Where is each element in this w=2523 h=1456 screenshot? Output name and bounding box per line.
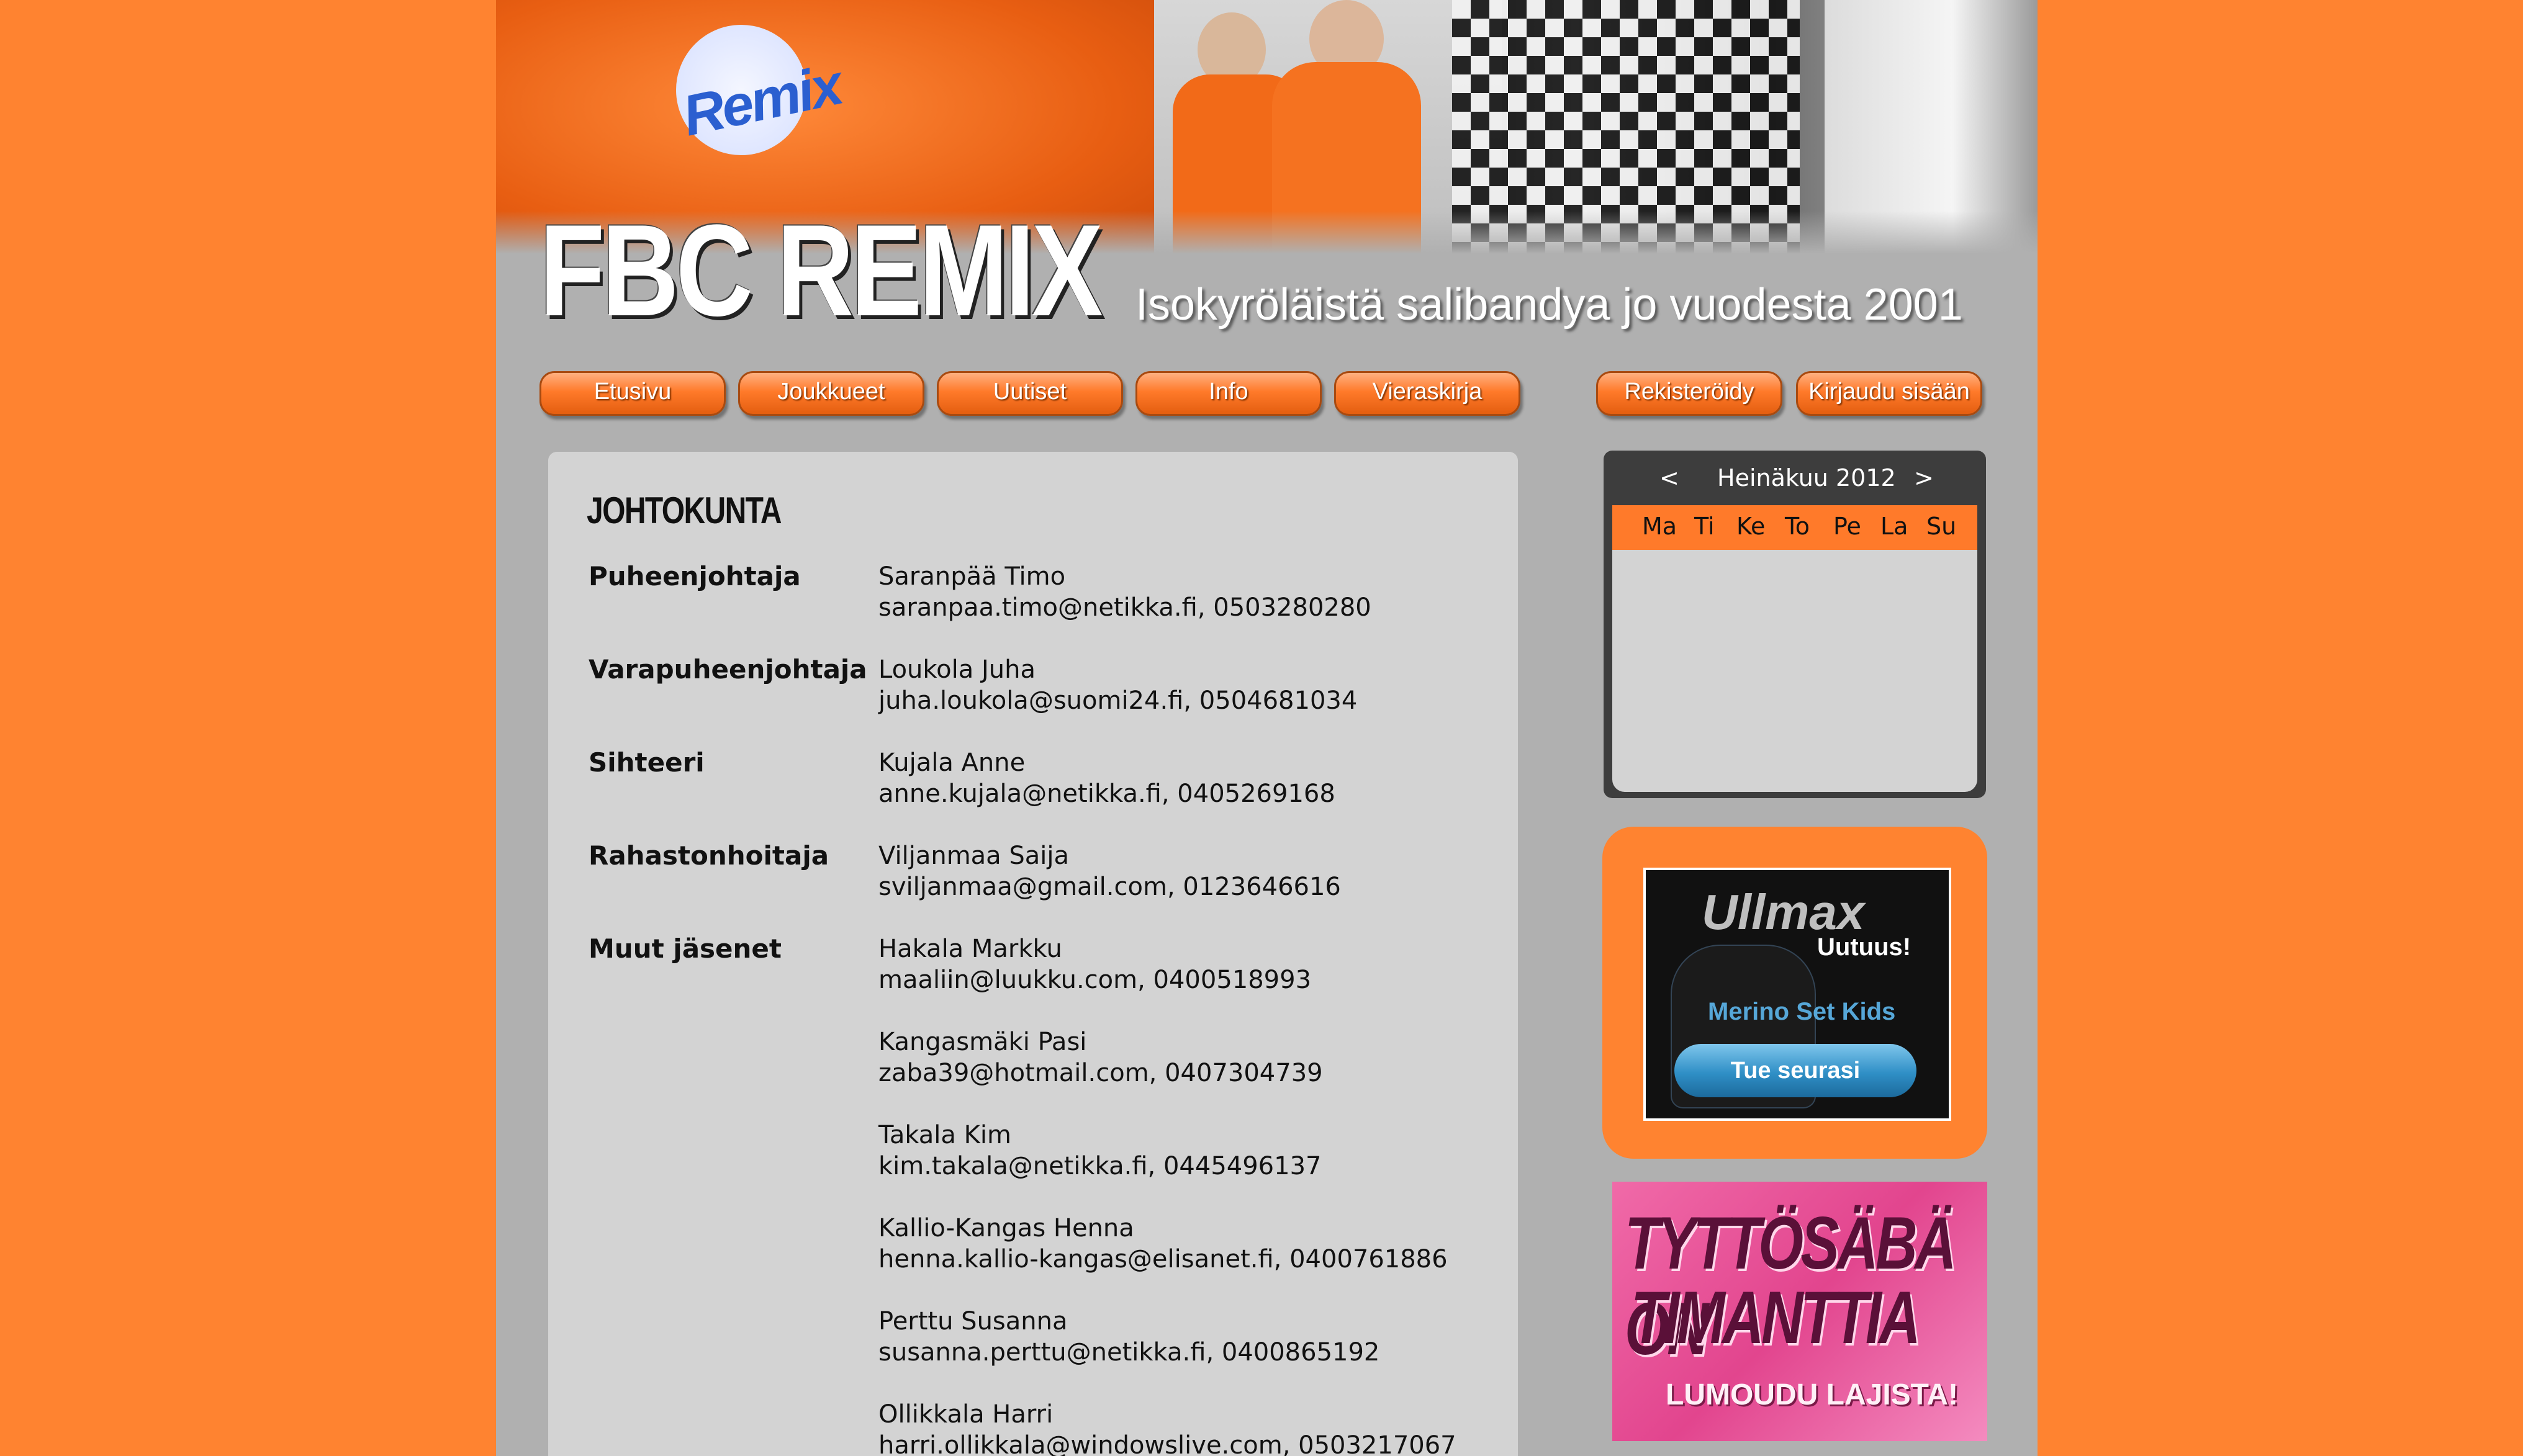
role-label: Muut jäsenet — [589, 933, 782, 964]
person-contact[interactable]: susanna.perttu@netikka.fi, 0400865192 — [878, 1337, 1379, 1368]
weekday-label: La — [1880, 513, 1908, 540]
person-entry: Takala Kim kim.takala@netikka.fi, 044549… — [878, 1120, 1321, 1182]
person-name: Kallio-Kangas Henna — [878, 1214, 1134, 1243]
page-title: JOHTOKUNTA — [587, 490, 782, 531]
role-label: Sihteeri — [589, 747, 705, 778]
ullmax-logo: Ullmax — [1702, 884, 1865, 940]
person-contact[interactable]: juha.loukola@suomi24.fi, 0504681034 — [878, 685, 1357, 716]
ullmax-ad-frame: Ullmax Uutuus! Merino Set Kids Tue seura… — [1602, 827, 1987, 1159]
nav-vieraskirja[interactable]: Vieraskirja — [1334, 371, 1520, 416]
person-entry: Kallio-Kangas Henna henna.kallio-kangas@… — [878, 1213, 1448, 1275]
register-button[interactable]: Rekisteröidy — [1596, 371, 1782, 416]
person-entry: Viljanmaa Saija sviljanmaa@gmail.com, 01… — [878, 840, 1341, 902]
person-entry: Hakala Markku maaliin@luukku.com, 040051… — [878, 933, 1311, 995]
person-entry: Kangasmäki Pasi zaba39@hotmail.com, 0407… — [878, 1027, 1323, 1089]
nav-etusivu[interactable]: Etusivu — [539, 371, 726, 416]
calendar-prev-button[interactable]: < — [1659, 464, 1679, 492]
weekday-label: Su — [1926, 513, 1957, 540]
login-button[interactable]: Kirjaudu sisään — [1796, 371, 1982, 416]
person-name: Loukola Juha — [878, 655, 1036, 684]
person-contact[interactable]: maaliin@luukku.com, 0400518993 — [878, 964, 1311, 995]
calendar-month-label: Heinäkuu 2012 — [1717, 464, 1896, 492]
person-name: Hakala Markku — [878, 935, 1062, 963]
ad-headline-line2: TIMANTTIA — [1631, 1276, 1921, 1359]
calendar-weekday-header: Ma Ti Ke To Pe La Su — [1612, 505, 1977, 550]
board-members-panel: JOHTOKUNTA Puheenjohtaja Saranpää Timo s… — [548, 452, 1518, 1456]
weekday-label: Ke — [1736, 513, 1766, 540]
page: Remix FBC REMIX Isokyröläistä salibandya… — [496, 0, 2038, 1456]
ad-tagline: LUMOUDU LAJISTA! — [1666, 1378, 1959, 1411]
person-name: Ollikkala Harri — [878, 1400, 1054, 1429]
ullmax-product-name: Merino Set Kids — [1708, 998, 1896, 1025]
role-label: Varapuheenjohtaja — [589, 654, 867, 685]
person-name: Saranpää Timo — [878, 562, 1066, 591]
ullmax-new-badge: Uutuus! — [1817, 933, 1911, 961]
role-label: Puheenjohtaja — [589, 561, 801, 591]
support-club-button[interactable]: Tue seurasi — [1674, 1044, 1916, 1097]
weekday-label: Pe — [1833, 513, 1861, 540]
person-contact[interactable]: henna.kallio-kangas@elisanet.fi, 0400761… — [878, 1244, 1448, 1275]
person-entry: Ollikkala Harri harri.ollikkala@windowsl… — [878, 1399, 1456, 1456]
nav-info[interactable]: Info — [1135, 371, 1322, 416]
person-contact[interactable]: anne.kujala@netikka.fi, 0405269168 — [878, 778, 1335, 809]
nav-uutiset[interactable]: Uutiset — [937, 371, 1123, 416]
person-name: Takala Kim — [878, 1121, 1011, 1149]
person-contact[interactable]: kim.takala@netikka.fi, 0445496137 — [878, 1151, 1321, 1182]
calendar-widget: < Heinäkuu 2012 > Ma Ti Ke To Pe La Su — [1604, 451, 1986, 798]
person-contact[interactable]: sviljanmaa@gmail.com, 0123646616 — [878, 871, 1341, 902]
person-entry: Perttu Susanna susanna.perttu@netikka.fi… — [878, 1306, 1379, 1368]
person-name: Kujala Anne — [878, 748, 1026, 777]
weekday-label: Ti — [1694, 513, 1715, 540]
ullmax-ad[interactable]: Ullmax Uutuus! Merino Set Kids Tue seura… — [1643, 868, 1951, 1121]
person-contact[interactable]: zaba39@hotmail.com, 0407304739 — [878, 1058, 1323, 1089]
site-logo[interactable]: FBC REMIX — [539, 195, 1103, 346]
person-contact[interactable]: saranpaa.timo@netikka.fi, 0503280280 — [878, 592, 1371, 623]
weekday-label: To — [1785, 513, 1810, 540]
person-entry: Kujala Anne anne.kujala@netikka.fi, 0405… — [878, 747, 1335, 809]
person-entry: Saranpää Timo saranpaa.timo@netikka.fi, … — [878, 561, 1371, 623]
nav-joukkueet[interactable]: Joukkueet — [738, 371, 924, 416]
person-name: Viljanmaa Saija — [878, 842, 1070, 870]
person-name: Perttu Susanna — [878, 1307, 1068, 1336]
person-name: Kangasmäki Pasi — [878, 1028, 1087, 1056]
site-tagline: Isokyröläistä salibandya jo vuodesta 200… — [1135, 280, 1963, 330]
calendar-next-button[interactable]: > — [1914, 464, 1934, 492]
tyttosaba-ad[interactable]: TYTTÖSÄBÄ ON TIMANTTIA LUMOUDU LAJISTA! — [1612, 1182, 1987, 1441]
weekday-label: Ma — [1642, 513, 1677, 540]
role-label: Rahastonhoitaja — [589, 840, 829, 871]
person-entry: Loukola Juha juha.loukola@suomi24.fi, 05… — [878, 654, 1357, 716]
person-contact[interactable]: harri.ollikkala@windowslive.com, 0503217… — [878, 1430, 1456, 1456]
calendar-days-grid — [1612, 550, 1977, 792]
